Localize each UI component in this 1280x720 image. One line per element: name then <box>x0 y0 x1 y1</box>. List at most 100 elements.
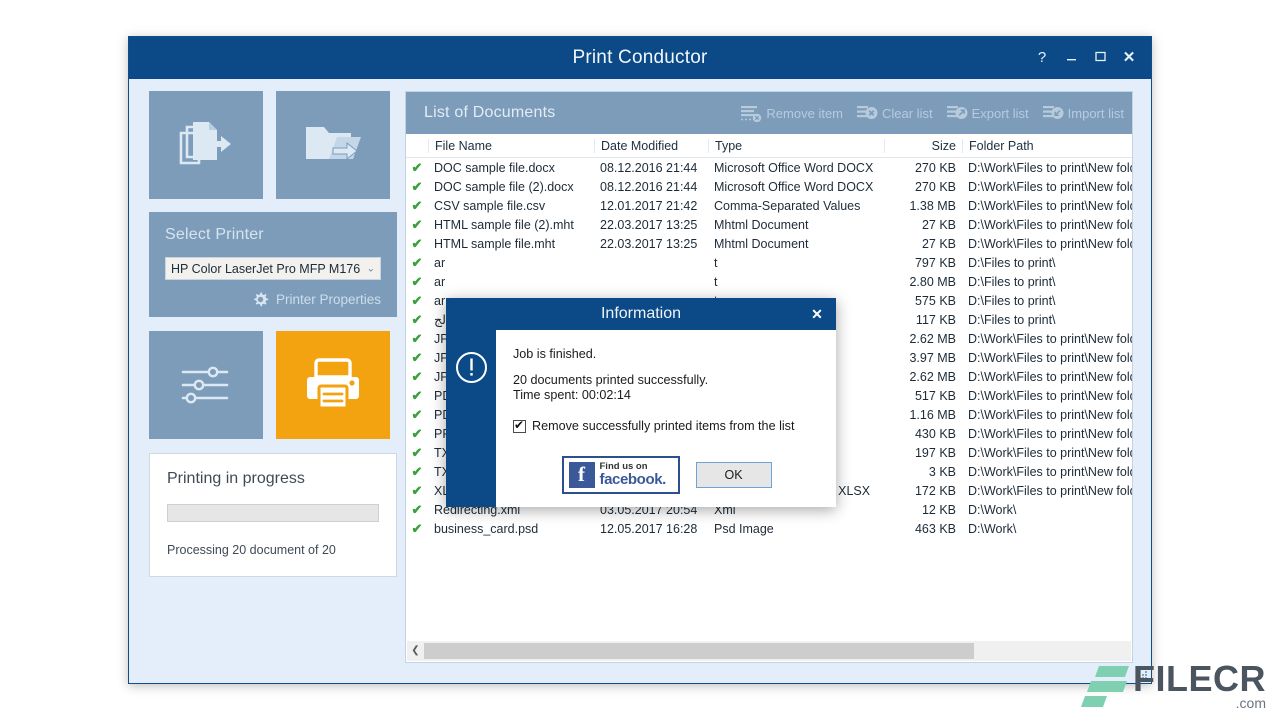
clear-list-label: Clear list <box>882 106 933 121</box>
printer-icon <box>302 356 364 414</box>
action-tiles-row <box>149 331 397 439</box>
scroll-left-button[interactable]: ❮ <box>407 641 424 661</box>
table-row[interactable]: ✔HTML sample file (2).mht22.03.2017 13:2… <box>406 215 1132 234</box>
row-filename: HTML sample file (2).mht <box>428 218 594 232</box>
dialog-line-3: Time spent: 00:02:14 <box>513 388 820 402</box>
row-path: D:\Work\ <box>962 503 1132 517</box>
row-path: D:\Work\Files to print\New folder\ <box>962 237 1132 251</box>
row-check-icon: ✔ <box>406 350 428 366</box>
add-folder-icon <box>303 119 363 171</box>
information-icon <box>455 351 488 384</box>
row-type: Mhtml Document <box>708 218 884 232</box>
close-button[interactable]: ✕ <box>1114 37 1144 79</box>
export-list-button[interactable]: Export list <box>947 105 1029 122</box>
watermark-domain: .com <box>1133 697 1266 710</box>
column-header-type[interactable]: Type <box>708 139 884 153</box>
select-printer-panel: Select Printer HP Color LaserJet Pro MFP… <box>149 212 397 317</box>
import-list-button[interactable]: Import list <box>1043 105 1124 122</box>
row-type: Microsoft Office Word DOCX <box>708 180 884 194</box>
row-check-icon: ✔ <box>406 388 428 404</box>
remove-item-label: Remove item <box>766 106 843 121</box>
help-button[interactable]: ? <box>1027 37 1057 79</box>
row-check-icon: ✔ <box>406 369 428 385</box>
printer-properties-button[interactable]: Printer Properties <box>165 291 381 308</box>
minimize-button[interactable] <box>1056 37 1086 79</box>
add-documents-button[interactable] <box>149 91 263 199</box>
print-conductor-window: Print Conductor ? ✕ <box>128 36 1152 684</box>
row-path: D:\Work\Files to print\New folder\ <box>962 370 1132 384</box>
printer-properties-label: Printer Properties <box>276 292 381 307</box>
row-check-icon: ✔ <box>406 445 428 461</box>
row-check-icon: ✔ <box>406 331 428 347</box>
watermark-name: FILECR <box>1133 663 1266 695</box>
maximize-button[interactable] <box>1085 37 1115 79</box>
row-path: D:\Files to print\ <box>962 256 1132 270</box>
table-row[interactable]: ✔DOC sample file (2).docx08.12.2016 21:4… <box>406 177 1132 196</box>
row-size: 430 KB <box>884 427 962 441</box>
row-path: D:\Work\Files to print\New folder\ <box>962 484 1132 498</box>
table-row[interactable]: ✔art2.80 MBD:\Files to print\ <box>406 272 1132 291</box>
list-title: List of Documents <box>424 104 727 122</box>
horizontal-scrollbar[interactable]: ❮ <box>407 641 1131 661</box>
minimize-icon <box>1066 52 1077 63</box>
facebook-line-2: facebook. <box>600 472 666 488</box>
row-date: 22.03.2017 13:25 <box>594 237 708 251</box>
row-check-icon: ✔ <box>406 293 428 309</box>
import-list-label: Import list <box>1068 106 1124 121</box>
row-size: 1.16 MB <box>884 408 962 422</box>
dialog-line-1: Job is finished. <box>513 347 820 361</box>
row-path: D:\Files to print\ <box>962 294 1132 308</box>
row-check-icon: ✔ <box>406 464 428 480</box>
ok-button[interactable]: OK <box>696 462 772 488</box>
column-header-filename[interactable]: File Name <box>428 139 594 153</box>
row-path: D:\Work\Files to print\New folder\ <box>962 408 1132 422</box>
column-header-path[interactable]: Folder Path <box>962 139 1132 153</box>
row-type: Psd Image <box>708 522 884 536</box>
row-path: D:\Work\Files to print\New folder\ <box>962 465 1132 479</box>
row-size: 517 KB <box>884 389 962 403</box>
column-header-date[interactable]: Date Modified <box>594 139 708 153</box>
row-size: 463 KB <box>884 522 962 536</box>
row-path: D:\Work\Files to print\New folder\ <box>962 446 1132 460</box>
row-check-icon: ✔ <box>406 274 428 290</box>
row-size: 117 KB <box>884 313 962 327</box>
printer-select[interactable]: HP Color LaserJet Pro MFP M176n ⌄ <box>165 257 381 280</box>
start-printing-button[interactable] <box>276 331 390 439</box>
row-check-icon: ✔ <box>406 312 428 328</box>
dialog-titlebar: Information ✕ <box>446 298 836 330</box>
row-size: 12 KB <box>884 503 962 517</box>
add-folder-button[interactable] <box>276 91 390 199</box>
progress-status: Processing 20 document of 20 <box>167 543 379 557</box>
remove-printed-checkbox[interactable]: Remove successfully printed items from t… <box>513 419 820 433</box>
row-size: 270 KB <box>884 161 962 175</box>
checkbox-icon[interactable] <box>513 420 526 433</box>
row-filename: CSV sample file.csv <box>428 199 594 213</box>
facebook-button[interactable]: f Find us on facebook. <box>562 456 680 494</box>
column-header-size[interactable]: Size <box>884 139 962 153</box>
dialog-body: Job is finished. 20 documents printed su… <box>446 330 836 507</box>
settings-button[interactable] <box>149 331 263 439</box>
table-row[interactable]: ✔CSV sample file.csv12.01.2017 21:42Comm… <box>406 196 1132 215</box>
row-check-icon: ✔ <box>406 521 428 537</box>
row-path: D:\Work\Files to print\New folder\ <box>962 199 1132 213</box>
row-check-icon: ✔ <box>406 236 428 252</box>
dialog-close-button[interactable]: ✕ <box>804 298 830 330</box>
dialog-title: Information <box>446 298 836 330</box>
scrollbar-thumb[interactable] <box>424 643 974 659</box>
table-row[interactable]: ✔business_card.psd12.05.2017 16:28Psd Im… <box>406 519 1132 538</box>
row-type: t <box>708 256 884 270</box>
resize-grip-icon <box>1138 670 1148 680</box>
checkbox-label: Remove successfully printed items from t… <box>532 419 794 433</box>
column-header-row: File Name Date Modified Type Size Folder… <box>406 134 1132 158</box>
clear-list-button[interactable]: Clear list <box>857 105 933 122</box>
remove-item-button[interactable]: Remove item <box>741 105 843 122</box>
table-row[interactable]: ✔HTML sample file.mht22.03.2017 13:25Mht… <box>406 234 1132 253</box>
export-list-label: Export list <box>972 106 1029 121</box>
table-row[interactable]: ✔DOC sample file.docx08.12.2016 21:44Mic… <box>406 158 1132 177</box>
gear-icon <box>252 291 269 308</box>
table-row[interactable]: ✔art797 KBD:\Files to print\ <box>406 253 1132 272</box>
row-path: D:\Work\Files to print\New folder\ <box>962 351 1132 365</box>
resize-grip[interactable] <box>1138 670 1148 680</box>
row-size: 3.97 MB <box>884 351 962 365</box>
import-list-icon <box>1043 105 1064 122</box>
